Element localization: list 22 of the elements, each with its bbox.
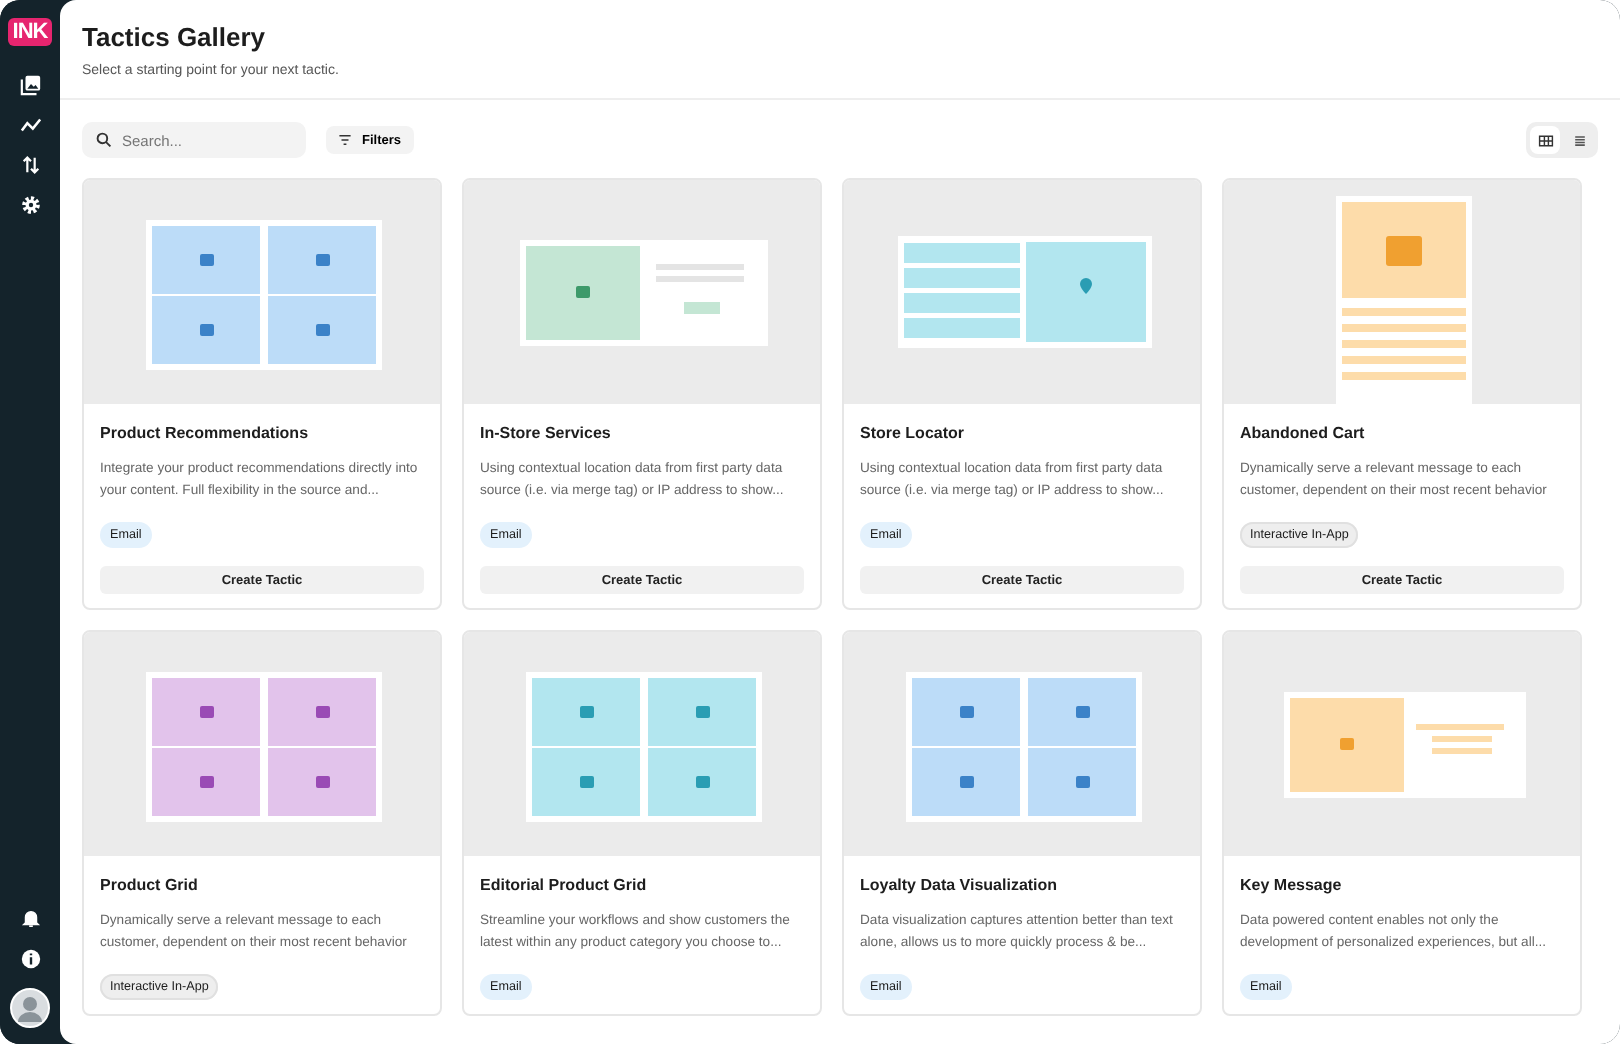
settings-icon[interactable] [19,194,41,216]
filter-icon [338,134,352,146]
grid-view-button[interactable] [1530,126,1560,154]
card-title: Editorial Product Grid [480,876,649,894]
info-icon[interactable] [19,948,41,970]
card-title: Store Locator [860,424,967,442]
search-icon [96,132,112,148]
logo[interactable]: INK [8,18,52,46]
card-title: Product Grid [100,876,200,894]
avatar-icon[interactable] [10,988,50,1028]
notification-bell-icon[interactable] [19,908,41,930]
gallery-icon[interactable] [19,74,41,96]
card-title: Loyalty Data Visualization [860,876,1060,894]
card-title: Key Message [1240,876,1344,894]
transfer-icon[interactable] [19,154,41,176]
card-title: Product Recommendations [100,424,311,442]
page-title: Tactics Gallery [82,22,268,52]
card-title: In-Store Services [480,424,613,442]
trend-icon[interactable] [19,114,41,136]
grid-icon [1537,133,1553,147]
list-icon [1571,133,1587,147]
card-title: Abandoned Cart [1240,424,1367,442]
